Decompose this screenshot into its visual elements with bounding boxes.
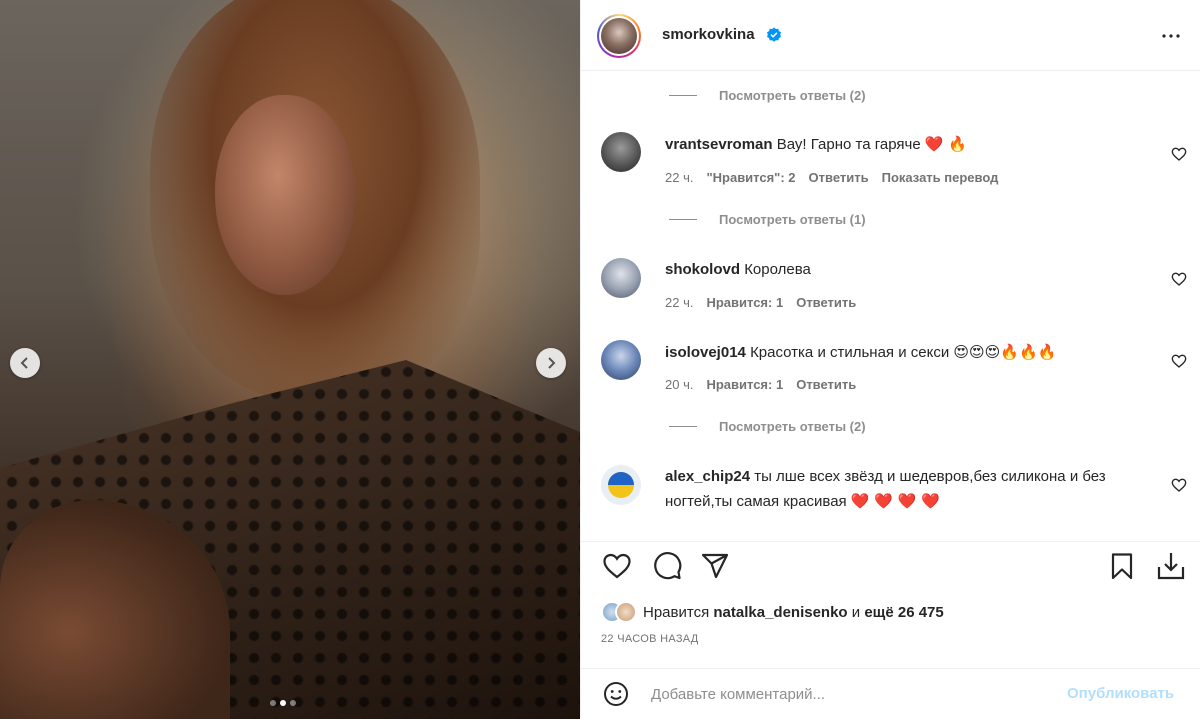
ukraine-flag-heart-icon <box>608 472 634 498</box>
reply-button[interactable]: Ответить <box>796 295 856 310</box>
comment-icon[interactable] <box>651 550 683 582</box>
carousel-dot <box>270 700 276 706</box>
comment-username[interactable]: shokolovd <box>665 261 740 278</box>
chevron-right-icon <box>548 357 556 369</box>
comment-time: 22 ч. <box>665 295 694 310</box>
heart-icon[interactable] <box>1171 271 1187 287</box>
view-replies-button[interactable]: Посмотреть ответы (2) <box>669 419 866 434</box>
comment-likes[interactable]: Нравится: 1 <box>706 377 783 392</box>
add-comment-bar: Опубликовать <box>581 668 1200 719</box>
carousel-dot-active <box>280 700 286 706</box>
view-replies-label: Посмотреть ответы (1) <box>719 212 866 227</box>
comment-time: 20 ч. <box>665 377 694 392</box>
view-replies-button[interactable]: Посмотреть ответы (1) <box>669 212 866 227</box>
author-avatar[interactable] <box>597 14 641 58</box>
carousel-dot <box>290 700 296 706</box>
liker-avatar[interactable] <box>615 601 637 623</box>
more-icon[interactable] <box>1159 24 1183 48</box>
view-replies-button[interactable]: Посмотреть ответы (2) <box>669 88 866 103</box>
comment-emojis: ❤️ 🔥 <box>924 135 967 153</box>
comment-username[interactable]: isolovej014 <box>665 344 746 361</box>
liked-by-user[interactable]: natalka_denisenko <box>713 604 847 621</box>
author-username[interactable]: smorkovkina <box>662 26 755 43</box>
heart-icon[interactable] <box>601 550 633 582</box>
likes-count[interactable]: ещё 26 475 <box>864 604 943 621</box>
heart-icon[interactable] <box>1171 477 1187 493</box>
post-header: smorkovkina <box>581 0 1200 71</box>
comment-input[interactable] <box>651 681 1051 707</box>
comment-body: alex_chip24 ты лше всех звёзд и шедевров… <box>665 465 1145 514</box>
comments-list[interactable]: Посмотреть ответы (2) vrantsevroman Вау!… <box>581 72 1200 540</box>
comment-likes[interactable]: "Нравится": 2 <box>706 170 795 185</box>
comment-body: isolovej014 Красотка и стильная и секси … <box>665 340 1145 365</box>
commenter-avatar[interactable] <box>601 465 641 505</box>
comment-likes[interactable]: Нравится: 1 <box>706 295 783 310</box>
reply-button[interactable]: Ответить <box>796 377 856 392</box>
comment-username[interactable]: alex_chip24 <box>665 468 750 485</box>
comment-body: shokolovd Королева <box>665 258 1145 282</box>
comment-meta: 22 ч. "Нравится": 2 Ответить Показать пе… <box>665 170 998 185</box>
share-icon[interactable] <box>699 550 731 582</box>
likes-prefix: Нравится <box>643 603 710 621</box>
post-timestamp[interactable]: 22 ЧАСОВ НАЗАД <box>601 633 699 645</box>
photo-face <box>215 95 355 295</box>
likes-summary: Нравится natalka_denisenko и ещё 26 475 <box>601 601 944 623</box>
commenter-avatar[interactable] <box>601 258 641 298</box>
post-actions: Нравится natalka_denisenko и ещё 26 475 … <box>581 541 1200 651</box>
heart-icon[interactable] <box>1171 353 1187 369</box>
reply-button[interactable]: Ответить <box>809 170 869 185</box>
view-replies-label: Посмотреть ответы (2) <box>719 88 866 103</box>
post-panel: smorkovkina Посмотреть ответы (2) vrants… <box>580 0 1200 719</box>
translate-button[interactable]: Показать перевод <box>882 170 999 185</box>
heart-icon[interactable] <box>1171 146 1187 162</box>
view-replies-label: Посмотреть ответы (2) <box>719 419 866 434</box>
comment-meta: 22 ч. Нравится: 1 Ответить <box>665 295 856 310</box>
download-icon[interactable] <box>1155 550 1187 582</box>
publish-button[interactable]: Опубликовать <box>1067 685 1174 702</box>
comment-emojis: 😍😍😍🔥🔥🔥 <box>953 343 1057 361</box>
comment-text: Вау! Гарно та гаряче <box>776 136 921 153</box>
chevron-left-icon <box>20 357 28 369</box>
commenter-avatar[interactable] <box>601 132 641 172</box>
comment-time: 22 ч. <box>665 170 694 185</box>
comment-text: Королева <box>744 261 811 278</box>
carousel-prev-button[interactable] <box>10 348 40 378</box>
emoji-icon[interactable] <box>603 681 629 707</box>
comment-meta: 20 ч. Нравится: 1 Ответить <box>665 377 856 392</box>
carousel-dots <box>270 700 296 706</box>
comment-username[interactable]: vrantsevroman <box>665 136 773 153</box>
commenter-avatar[interactable] <box>601 340 641 380</box>
post-photo[interactable] <box>0 0 580 719</box>
likes-and: и <box>851 603 861 621</box>
verified-icon <box>767 27 781 42</box>
comment-text: Красотка и стильная и секси <box>750 344 950 361</box>
comment-body: vrantsevroman Вау! Гарно та гаряче ❤️ 🔥 <box>665 132 1145 157</box>
comment-emojis: ❤️ ❤️ ❤️ ❤️ <box>850 492 940 510</box>
carousel-next-button[interactable] <box>536 348 566 378</box>
bookmark-icon[interactable] <box>1106 550 1138 582</box>
